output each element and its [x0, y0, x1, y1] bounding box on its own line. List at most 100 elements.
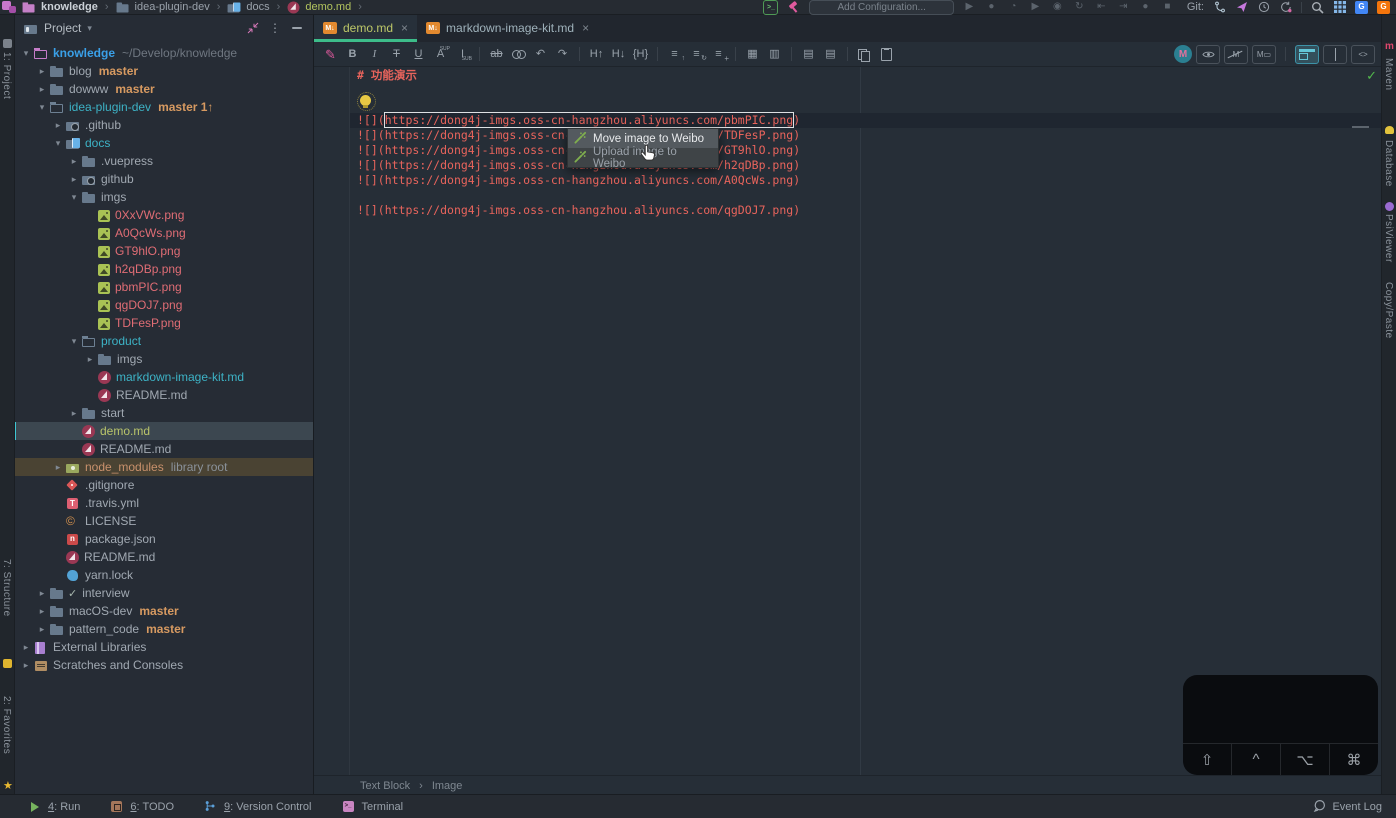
- tree-item-h2qdbp-png[interactable]: h2qDBp.png: [14, 260, 313, 278]
- tree-item-markdown-image-kit-md[interactable]: markdown-image-kit.md: [14, 368, 313, 386]
- editor[interactable]: # 功能演示![](https://dong4j-imgs.oss-cn-han…: [314, 67, 1381, 775]
- tree-item-license[interactable]: LICENSE: [14, 512, 313, 530]
- rollback-icon[interactable]: [1279, 1, 1292, 14]
- tree-item-demo-md[interactable]: demo.md: [14, 422, 313, 440]
- list-indent-icon[interactable]: ≡: [664, 45, 685, 64]
- breadcrumb-item[interactable]: docs: [246, 1, 269, 13]
- editor-breadcrumb-item[interactable]: Text Block: [360, 780, 410, 792]
- tab-markdown-image-kit-md[interactable]: M↓markdown-image-kit.md×: [417, 14, 598, 42]
- build-hammer-icon[interactable]: [787, 1, 800, 14]
- tree-chevron-icon[interactable]: ▸: [34, 84, 50, 95]
- git-update-branch-icon[interactable]: [1213, 1, 1226, 14]
- tree-item-docs[interactable]: ▾docs: [14, 134, 313, 152]
- redo-icon[interactable]: ↷: [552, 45, 573, 64]
- profiler-icon[interactable]: ▶: [1029, 1, 1042, 14]
- tab-close-icon[interactable]: ×: [582, 21, 589, 35]
- tree-chevron-icon[interactable]: ▸: [82, 354, 98, 365]
- tree-chevron-icon[interactable]: ▾: [66, 192, 82, 203]
- editor-line-image[interactable]: ![](https://dong4j-imgs.oss-cn-hangzhou.…: [357, 203, 1381, 218]
- editor-line-image[interactable]: ![](https://dong4j-imgs.oss-cn-hangzhou.…: [357, 113, 1381, 128]
- tab-demo-md[interactable]: M↓demo.md×: [314, 14, 417, 42]
- psiviewer-icon[interactable]: [1385, 202, 1394, 211]
- list-add-icon[interactable]: ≡: [708, 45, 729, 64]
- tree-item-gt9hlo-png[interactable]: GT9hlO.png: [14, 242, 313, 260]
- copy-document-icon[interactable]: [854, 45, 875, 64]
- tree-chevron-icon[interactable]: ▸: [50, 462, 66, 473]
- editor-breadcrumb-item[interactable]: Image: [432, 780, 463, 792]
- bold-icon[interactable]: B: [342, 45, 363, 64]
- image-url[interactable]: https://dong4j-imgs.oss-cn-hangzhou.aliy…: [385, 203, 794, 217]
- heading-down-icon[interactable]: H↓: [608, 45, 629, 64]
- tree-item--github[interactable]: ▸.github: [14, 116, 313, 134]
- status-button-4-run[interactable]: 4: Run: [28, 800, 80, 813]
- image-url[interactable]: https://dong4j-imgs.oss-cn-hangzhou.aliy…: [385, 173, 794, 187]
- tree-item-package-json[interactable]: package.json: [14, 530, 313, 548]
- status-button-6-todo[interactable]: 6: TODO: [110, 800, 174, 813]
- grid-menu-icon[interactable]: [1333, 1, 1346, 14]
- editor-line-image[interactable]: ![](https://dong4j-imgs.oss-cn-hangzhou.…: [357, 158, 1381, 173]
- tree-chevron-icon[interactable]: ▸: [34, 588, 50, 599]
- tree-item-qgdoj7-png[interactable]: qgDOJ7.png: [14, 296, 313, 314]
- attach-to-process-icon[interactable]: ⇤: [1095, 1, 1108, 14]
- debug-icon[interactable]: ●: [985, 1, 998, 14]
- history-icon[interactable]: [1257, 1, 1270, 14]
- tree-chevron-icon[interactable]: ▾: [66, 336, 82, 347]
- tool-button-copy-paste[interactable]: Copy/Paste: [1383, 282, 1394, 339]
- tree-chevron-icon[interactable]: ▸: [66, 156, 82, 167]
- tool-button-structure[interactable]: 7: Structure: [1, 559, 12, 617]
- tool-button-database[interactable]: Database: [1383, 140, 1394, 187]
- tree-item-node-modules[interactable]: ▸node_moduleslibrary root: [14, 458, 313, 476]
- status-button-terminal[interactable]: Terminal: [342, 800, 404, 813]
- tree-chevron-icon[interactable]: ▾: [18, 48, 34, 59]
- tree-chevron-icon[interactable]: ▸: [50, 120, 66, 131]
- tree-chevron-icon[interactable]: ▸: [66, 408, 82, 419]
- list-loose-icon[interactable]: ≡: [686, 45, 707, 64]
- document-format-icon[interactable]: ▤: [798, 45, 819, 64]
- translate-plugin-2-icon[interactable]: G: [1377, 1, 1390, 14]
- markdown-navigator-icon[interactable]: M: [1174, 45, 1192, 63]
- tree-item-scratches-and-consoles[interactable]: ▸Scratches and Consoles: [14, 656, 313, 674]
- layout-code-icon[interactable]: <>: [1351, 45, 1375, 64]
- tree-item-0xxvwc-png[interactable]: 0XxVWc.png: [14, 206, 313, 224]
- tree-item-readme-md[interactable]: README.md: [14, 386, 313, 404]
- tree-item-start[interactable]: ▸start: [14, 404, 313, 422]
- tree-item-imgs[interactable]: ▸imgs: [14, 350, 313, 368]
- italic-icon[interactable]: I: [364, 45, 385, 64]
- database-icon[interactable]: [1385, 126, 1394, 134]
- tab-close-icon[interactable]: ×: [401, 21, 408, 35]
- project-tool-window-icon[interactable]: [3, 39, 12, 48]
- tree-item-a0qcws-png[interactable]: A0QcWs.png: [14, 224, 313, 242]
- tree-item-external-libraries[interactable]: ▸External Libraries: [14, 638, 313, 656]
- coverage-icon[interactable]: ◔: [1007, 1, 1020, 14]
- editor-only-icon[interactable]: M▭: [1252, 45, 1276, 64]
- editor-line-image[interactable]: ![](https://dong4j-imgs.oss-cn-hangzhou.…: [357, 128, 1381, 143]
- tree-item-idea-plugin-dev[interactable]: ▾idea-plugin-devmaster 1↑: [14, 98, 313, 116]
- event-log-button[interactable]: Event Log: [1313, 799, 1382, 815]
- tree-chevron-icon[interactable]: ▾: [50, 138, 66, 149]
- tree-chevron-icon[interactable]: ▸: [34, 66, 50, 77]
- tree-item--vuepress[interactable]: ▸.vuepress: [14, 152, 313, 170]
- table-icon[interactable]: ▦: [742, 45, 763, 64]
- add-configuration-button[interactable]: Add Configuration...: [809, 0, 953, 15]
- breadcrumb-item[interactable]: knowledge: [41, 1, 98, 13]
- modifier-key-option[interactable]: ⌥: [1280, 744, 1329, 775]
- editor-line-blank[interactable]: [357, 98, 1381, 113]
- translate-plugin-icon[interactable]: G: [1355, 1, 1368, 14]
- subscript-icon[interactable]: I: [452, 45, 473, 64]
- modifier-key-command[interactable]: ⌘: [1329, 744, 1378, 775]
- scrollbar-mark[interactable]: [1352, 126, 1369, 128]
- search-everywhere-icon[interactable]: [1311, 1, 1324, 14]
- tree-item-blog[interactable]: ▸blogmaster: [14, 62, 313, 80]
- tree-chevron-icon[interactable]: ▾: [34, 102, 50, 113]
- quick-terminal-icon[interactable]: >_: [763, 0, 778, 15]
- heading-toggle-icon[interactable]: {H}: [630, 45, 651, 64]
- tree-chevron-icon[interactable]: ▸: [18, 660, 34, 671]
- image-url[interactable]: https://dong4j-imgs.oss-cn-hangzhou.aliy…: [385, 113, 794, 127]
- link-icon[interactable]: [508, 45, 529, 64]
- editor-line-blank[interactable]: [357, 188, 1381, 203]
- tool-button-project[interactable]: 1: Project: [1, 52, 12, 99]
- structure-icon[interactable]: [3, 659, 12, 668]
- hide-panel-icon[interactable]: [289, 20, 305, 36]
- inspections-ok-icon[interactable]: ✓: [1366, 68, 1377, 84]
- tool-button-psiviewer[interactable]: PsiViewer: [1383, 214, 1394, 263]
